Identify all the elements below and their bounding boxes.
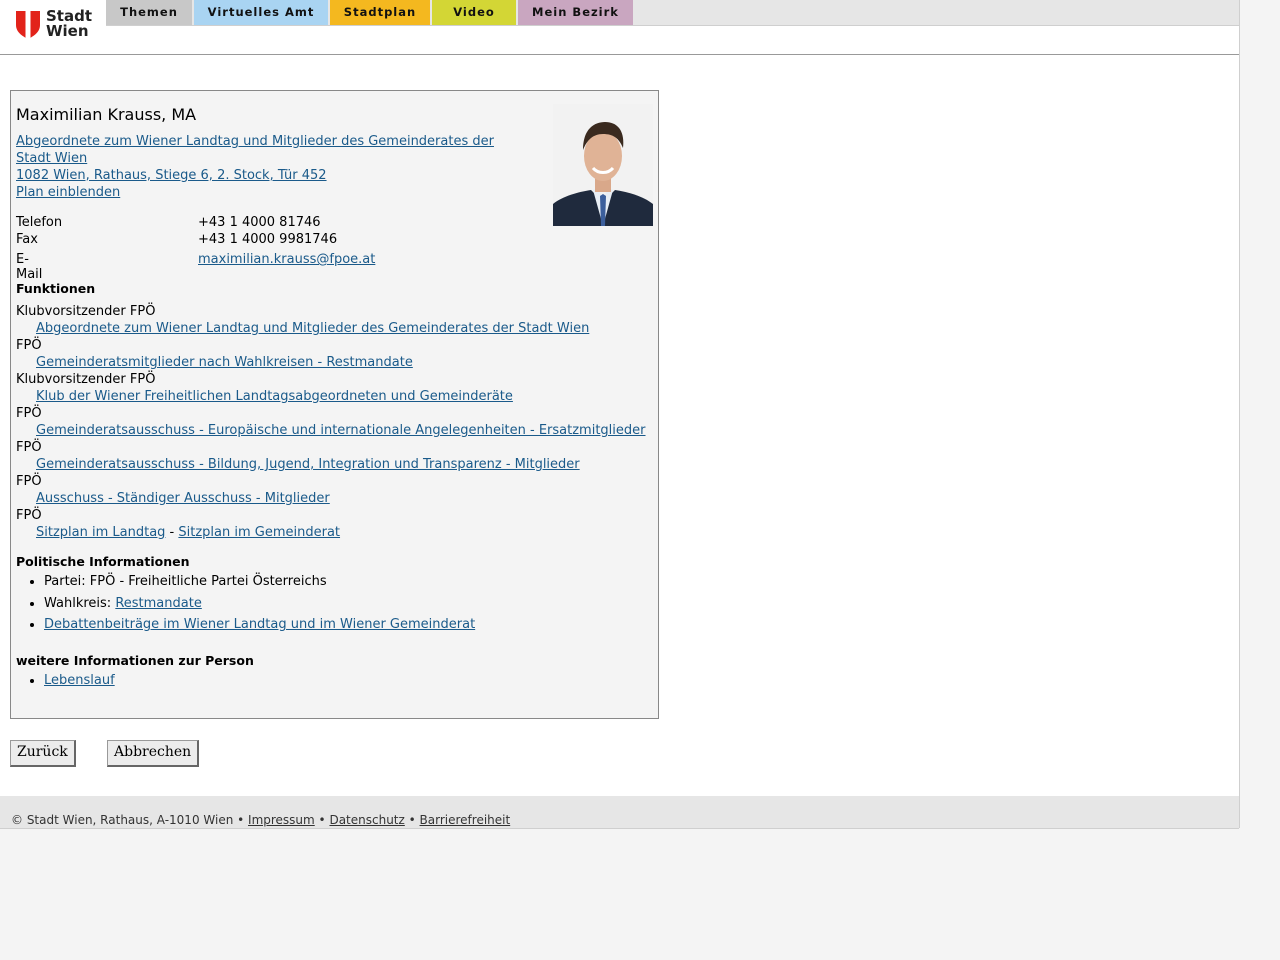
function-link[interactable]: Gemeinderatsmitglieder nach Wahlkreisen … (36, 355, 413, 370)
debates-link[interactable]: Debattenbeiträge im Wiener Landtag und i… (44, 617, 475, 632)
function-role: Klubvorsitzender FPÖ (16, 304, 156, 319)
function-link[interactable]: Klub der Wiener Freiheitlichen Landtagsa… (36, 389, 513, 404)
logo-text: Stadt Wien (46, 9, 92, 39)
function-item: Gemeinderatsausschuss - Bildung, Jugend,… (16, 456, 646, 473)
person-name: Maximilian Krauss, MA (16, 105, 197, 124)
stadt-wien-logo[interactable]: Stadt Wien (16, 9, 92, 43)
function-role: FPÖ (16, 338, 42, 353)
footer-separator: • (233, 813, 249, 827)
more-info-list: Lebenslauf (28, 671, 115, 693)
address-block: Abgeordnete zum Wiener Landtag und Mitgl… (16, 133, 516, 201)
tab-virtuelles-amt[interactable]: Virtuelles Amt (194, 0, 328, 25)
function-role: Klubvorsitzender FPÖ (16, 372, 156, 387)
function-link[interactable]: Abgeordnete zum Wiener Landtag und Mitgl… (36, 321, 589, 336)
main-navigation: Themen Virtuelles Amt Stadtplan Video Me… (106, 0, 1239, 26)
phone-value: +43 1 4000 81746 (198, 215, 321, 230)
site-footer: © Stadt Wien, Rathaus, A-1010 Wien • Imp… (0, 796, 1239, 829)
datenschutz-link[interactable]: Datenschutz (329, 813, 404, 827)
barrierefreiheit-link[interactable]: Barrierefreiheit (420, 813, 511, 827)
function-item: Abgeordnete zum Wiener Landtag und Mitgl… (16, 320, 646, 337)
tab-video[interactable]: Video (432, 0, 516, 25)
function-item: Gemeinderatsmitglieder nach Wahlkreisen … (16, 354, 646, 371)
district-item: Wahlkreis: Restmandate (44, 594, 475, 616)
function-role: FPÖ (16, 406, 42, 421)
cv-link[interactable]: Lebenslauf (44, 673, 115, 688)
organization-link[interactable]: Abgeordnete zum Wiener Landtag und Mitgl… (16, 134, 494, 166)
political-info-list: Partei: FPÖ - Freiheitliche Partei Öster… (28, 572, 475, 637)
person-card: Maximilian Krauss, MA Abgeordnete zum Wi… (10, 90, 659, 719)
political-info-heading: Politische Informationen (16, 554, 190, 569)
email-link[interactable]: maximilian.krauss@fpoe.at (198, 252, 375, 267)
person-photo (553, 104, 653, 226)
function-role: FPÖ (16, 474, 42, 489)
function-link[interactable]: Ausschuss - Ständiger Ausschuss - Mitgli… (36, 491, 330, 506)
function-role: FPÖ (16, 508, 42, 523)
cancel-button[interactable]: Abbrechen (107, 740, 200, 767)
cv-item: Lebenslauf (44, 671, 115, 693)
seating-plan-separator: - (165, 525, 179, 540)
logo-line-2: Wien (46, 22, 89, 40)
seating-plan-landtag-link[interactable]: Sitzplan im Landtag (36, 525, 165, 540)
function-role: FPÖ (16, 440, 42, 455)
footer-copyright: © Stadt Wien, Rathaus, A-1010 Wien (11, 813, 234, 827)
fax-value: +43 1 4000 9981746 (198, 232, 338, 247)
function-link[interactable]: Gemeinderatsausschuss - Bildung, Jugend,… (36, 457, 580, 472)
district-link[interactable]: Restmandate (115, 596, 202, 611)
impressum-link[interactable]: Impressum (248, 813, 315, 827)
district-label: Wahlkreis: (44, 595, 116, 611)
organization-link-line-2: Stadt Wien (16, 151, 88, 166)
function-link[interactable]: Gemeinderatsausschuss - Europäische und … (36, 423, 646, 438)
functions-list: Klubvorsitzender FPÖ Abgeordnete zum Wie… (16, 303, 646, 541)
more-info-heading: weitere Informationen zur Person (16, 653, 254, 668)
seating-plan-row: Sitzplan im Landtag - Sitzplan im Gemein… (16, 524, 646, 541)
tab-themen[interactable]: Themen (106, 0, 192, 25)
vienna-shield-icon (16, 11, 40, 39)
footer-separator: • (314, 813, 330, 827)
fax-label: Fax (16, 232, 38, 247)
function-item: Ausschuss - Ständiger Ausschuss - Mitgli… (16, 490, 646, 507)
tab-stadtplan[interactable]: Stadtplan (330, 0, 430, 25)
email-label: E-Mail (16, 252, 43, 282)
function-item: Klub der Wiener Freiheitlichen Landtagsa… (16, 388, 646, 405)
back-button[interactable]: Zurück (10, 740, 76, 767)
site-header: Stadt Wien Themen Virtuelles Amt Stadtpl… (0, 0, 1239, 55)
functions-heading: Funktionen (16, 281, 96, 296)
organization-link-line-1: Abgeordnete zum Wiener Landtag und Mitgl… (16, 134, 494, 149)
tab-mein-bezirk[interactable]: Mein Bezirk (518, 0, 633, 25)
footer-separator: • (404, 813, 420, 827)
debates-item: Debattenbeiträge im Wiener Landtag und i… (44, 615, 475, 637)
party-item: Partei: FPÖ - Freiheitliche Partei Öster… (44, 572, 475, 594)
party-text: Partei: FPÖ - Freiheitliche Partei Öster… (44, 574, 327, 589)
address-link[interactable]: 1082 Wien, Rathaus, Stiege 6, 2. Stock, … (16, 168, 327, 183)
footer-text: © Stadt Wien, Rathaus, A-1010 Wien • Imp… (11, 813, 510, 827)
show-plan-link[interactable]: Plan einblenden (16, 185, 120, 200)
function-item: Gemeinderatsausschuss - Europäische und … (16, 422, 646, 439)
phone-label: Telefon (16, 215, 63, 230)
page: Stadt Wien Themen Virtuelles Amt Stadtpl… (0, 0, 1240, 829)
seating-plan-gemeinderat-link[interactable]: Sitzplan im Gemeinderat (178, 525, 340, 540)
